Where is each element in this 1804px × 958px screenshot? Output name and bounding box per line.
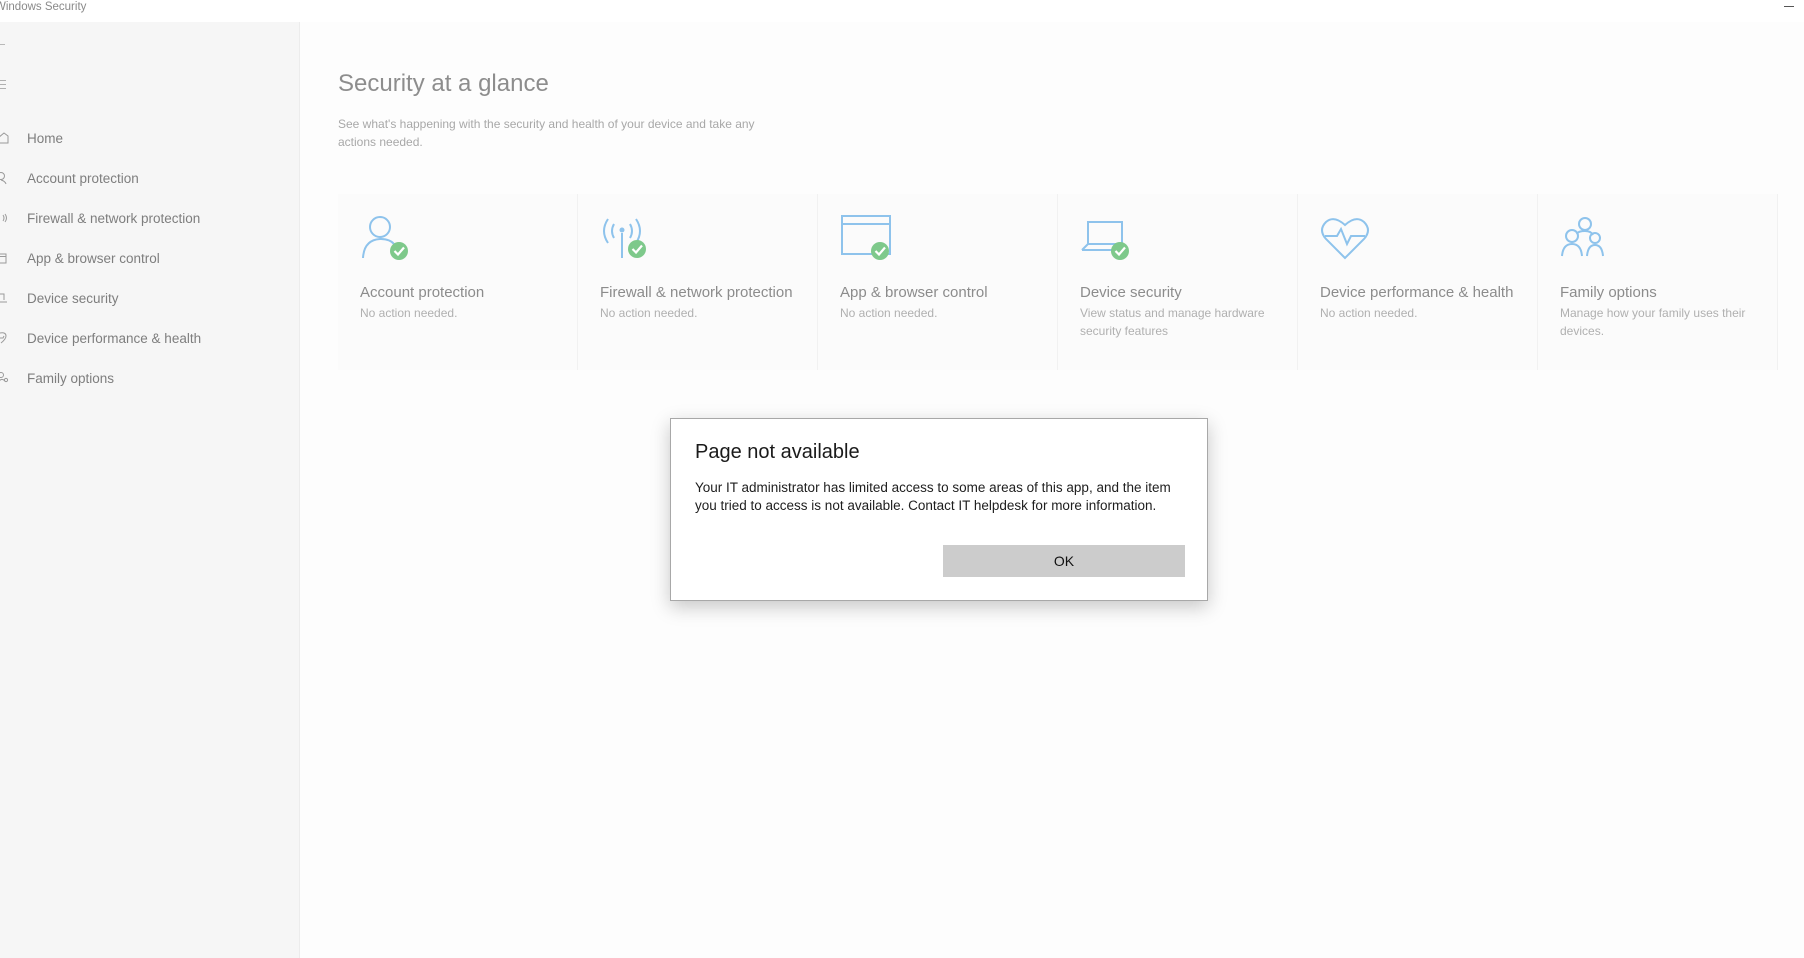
sidebar-item-label: Device performance & health [27,330,202,346]
tile-title: Account protection [360,284,485,301]
sidebar-item-home[interactable]: Home [0,118,300,158]
page-subtitle: See what's happening with the security a… [338,117,755,149]
page-not-available-dialog: Page not available Your IT administrator… [670,418,1208,601]
sidebar-item-label: Firewall & network protection [27,210,201,226]
tile-title: Family options [1560,284,1657,301]
windows-security-window: Windows Security Home Account protection [0,0,1804,958]
tile-title: Firewall & network protection [600,284,793,301]
minimize-button[interactable] [1782,0,1798,14]
laptop-check-icon [1080,214,1136,266]
tile-status: No action needed. [840,306,938,320]
sidebar-item-label: App & browser control [27,250,160,266]
tile-status: No action needed. [360,306,458,320]
family-icon [1560,214,1616,266]
dialog-title: Page not available [695,441,860,463]
browser-window-check-icon [840,214,896,266]
sidebar-item-family-options[interactable]: Family options [0,358,300,398]
tile-firewall-network-protection[interactable]: Firewall & network protection No action … [578,194,818,370]
laptop-icon [0,293,7,303]
sidebar-item-label: Family options [27,370,115,386]
tile-device-performance-health[interactable]: Device performance & health No action ne… [1298,194,1538,370]
sidebar-item-account-protection[interactable]: Account protection [0,158,300,198]
ok-button[interactable]: OK [943,545,1185,577]
back-button[interactable] [0,38,20,52]
sidebar-item-label: Account protection [27,170,139,186]
tile-title: Device performance & health [1320,284,1514,301]
tile-status: No action needed. [1320,306,1418,320]
sidebar-nav: Home Account protection Firewall & netwo… [0,118,300,398]
wifi-signal-icon [2,213,7,223]
tile-app-browser-control[interactable]: App & browser control No action needed. [818,194,1058,370]
dialog-message: Your IT administrator has limited access… [695,480,1171,513]
tile-family-options[interactable]: Family options Manage how your family us… [1538,194,1778,370]
family-icon [0,372,9,383]
tile-device-security[interactable]: Device security View status and manage h… [1058,194,1298,370]
hamburger-menu-icon[interactable] [0,78,20,92]
person-check-icon [360,214,416,266]
tile-status: Manage how your family uses their device… [1560,306,1746,338]
sidebar-item-device-performance[interactable]: Device performance & health [0,318,300,358]
sidebar-item-firewall[interactable]: Firewall & network protection [0,198,300,238]
tile-account-protection[interactable]: Account protection No action needed. [338,194,578,370]
title-bar: Windows Security [0,0,1804,22]
tile-title: Device security [1080,284,1182,301]
sidebar-item-device-security[interactable]: Device security [0,278,300,318]
heart-pulse-icon [1320,214,1376,266]
browser-window-icon [0,253,7,264]
heart-icon [0,332,7,344]
person-icon [0,172,7,185]
tile-status: No action needed. [600,306,698,320]
window-title: Windows Security [0,1,87,13]
antenna-check-icon [600,214,656,266]
sidebar: Home Account protection Firewall & netwo… [0,22,300,958]
home-icon [0,132,9,144]
tile-title: App & browser control [840,284,988,301]
sidebar-item-label: Device security [27,290,119,306]
sidebar-item-app-browser[interactable]: App & browser control [0,238,300,278]
page-title: Security at a glance [338,70,549,97]
sidebar-item-label: Home [27,130,64,146]
tile-status: View status and manage hardware security… [1080,306,1265,338]
status-tiles: Account protection No action needed. Fir… [338,194,1778,370]
